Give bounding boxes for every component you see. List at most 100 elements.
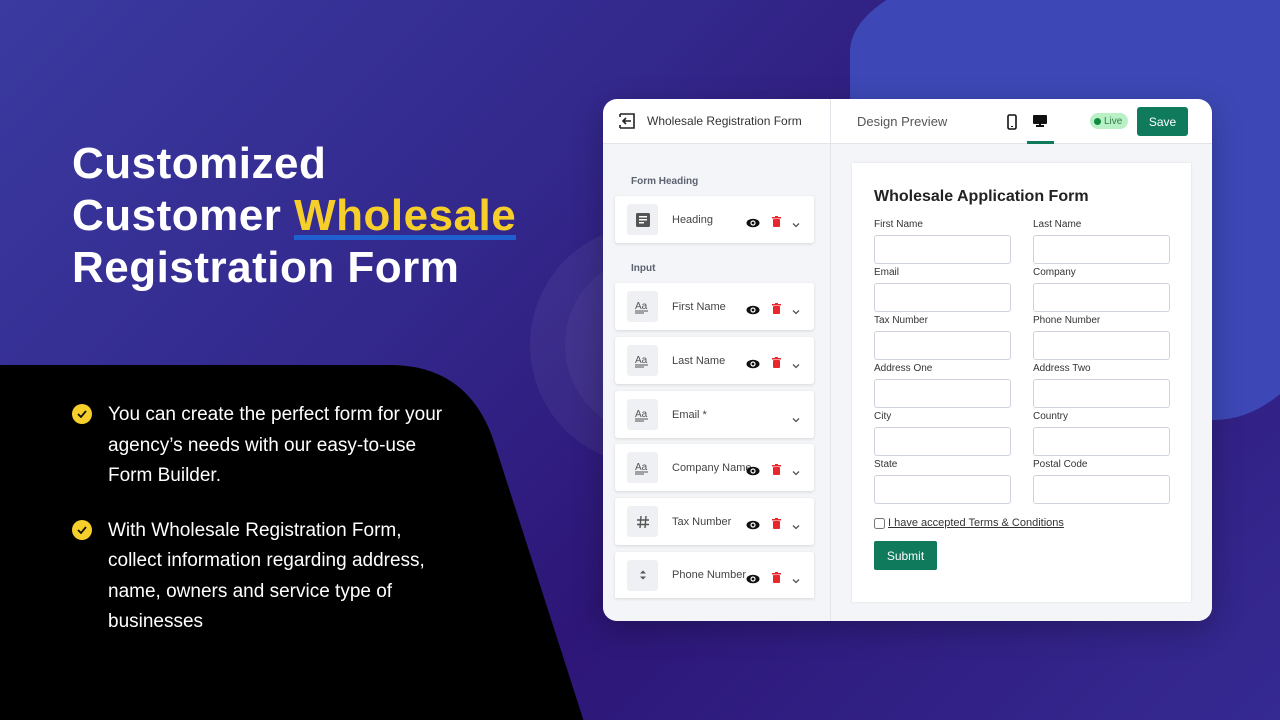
feature-text: You can create the perfect form for your… <box>108 404 443 486</box>
address-two-input[interactable] <box>1033 379 1170 408</box>
form-field: Last Name <box>1033 219 1170 267</box>
form-row: City Country <box>874 411 1170 459</box>
trash-icon[interactable] <box>772 462 781 480</box>
state-input[interactable] <box>874 475 1011 504</box>
check-circle-icon <box>72 404 92 424</box>
tab-design-preview[interactable]: Design Preview <box>857 114 947 129</box>
field-label: City <box>874 411 892 422</box>
form-row: First Name Last Name <box>874 219 1170 267</box>
field-card-heading[interactable]: Heading <box>615 196 814 243</box>
field-label: Last Name <box>1033 219 1082 230</box>
topbar-left: Wholesale Registration Form <box>603 99 831 143</box>
form-row: Tax Number Phone Number <box>874 315 1170 363</box>
field-label: Postal Code <box>1033 459 1088 470</box>
first-name-input[interactable] <box>874 235 1011 264</box>
tax-number-input[interactable] <box>874 331 1011 360</box>
chevron-down-icon[interactable] <box>792 356 800 374</box>
submit-button[interactable]: Submit <box>874 541 937 570</box>
trash-icon[interactable] <box>772 570 781 588</box>
status-dot <box>1094 117 1101 125</box>
last-name-input[interactable] <box>1033 235 1170 264</box>
form-fields: First Name Last Name Email Company Tax N… <box>874 219 1170 507</box>
app-body: Form Heading Heading Input Aa First Name <box>603 144 1212 621</box>
field-label: Email <box>874 267 900 278</box>
check-circle-icon <box>72 519 92 540</box>
form-field: Phone Number <box>1033 315 1170 363</box>
save-button[interactable]: Save <box>1137 107 1188 136</box>
field-label: Phone Number <box>672 569 746 581</box>
form-field: Address One <box>874 363 1011 411</box>
chevron-down-icon[interactable] <box>792 410 800 428</box>
eye-icon[interactable] <box>746 215 760 233</box>
field-card-email[interactable]: Aa Email * <box>615 391 814 438</box>
field-card-phone-number[interactable]: Phone Number <box>615 552 814 598</box>
text-field-icon: Aa <box>627 345 658 376</box>
form-row: State Postal Code <box>874 459 1170 507</box>
device-desktop-button[interactable] <box>1026 99 1054 144</box>
text-field-icon: Aa <box>627 452 658 483</box>
app-topbar: Wholesale Registration Form Design Previ… <box>603 99 1212 144</box>
trash-icon[interactable] <box>772 214 781 232</box>
postal-code-input[interactable] <box>1033 475 1170 504</box>
svg-text:Aa: Aa <box>635 355 648 366</box>
sort-icon <box>627 559 658 591</box>
text-field-icon: Aa <box>627 399 658 430</box>
hero-line-1: Customized <box>72 139 327 188</box>
field-label: Heading <box>672 213 713 226</box>
form-title: Wholesale Application Form <box>874 188 1089 205</box>
trash-icon[interactable] <box>772 516 781 534</box>
feature-item: With Wholesale Registration Form, collec… <box>72 516 452 638</box>
section-label-input: Input <box>631 263 656 274</box>
terms-link[interactable]: I have accepted Terms & Conditions <box>888 517 1064 529</box>
field-label: Country <box>1033 411 1069 422</box>
device-mobile-button[interactable] <box>998 99 1026 144</box>
field-card-first-name[interactable]: Aa First Name <box>615 283 814 330</box>
chevron-down-icon[interactable] <box>792 463 800 481</box>
field-label: First Name <box>672 300 726 313</box>
field-label: State <box>874 459 898 470</box>
feature-item: You can create the perfect form for your… <box>72 400 452 492</box>
chevron-down-icon[interactable] <box>792 517 800 535</box>
city-input[interactable] <box>874 427 1011 456</box>
form-field: Company <box>1033 267 1170 315</box>
chevron-down-icon[interactable] <box>792 302 800 320</box>
chevron-down-icon[interactable] <box>792 571 800 589</box>
hero-line-3: Registration Form <box>72 243 460 292</box>
back-icon[interactable] <box>618 112 636 130</box>
chevron-down-icon[interactable] <box>792 215 800 233</box>
trash-icon[interactable] <box>772 355 781 373</box>
form-row: Email Company <box>874 267 1170 315</box>
field-label: Email * <box>672 408 707 421</box>
eye-icon[interactable] <box>746 571 760 589</box>
eye-icon[interactable] <box>746 302 760 320</box>
desktop-icon <box>1033 115 1047 127</box>
email-input[interactable] <box>874 283 1011 312</box>
trash-icon[interactable] <box>772 301 781 319</box>
svg-text:Aa: Aa <box>635 409 648 420</box>
hero-highlight: Wholesale <box>294 191 517 240</box>
svg-text:Aa: Aa <box>635 462 648 473</box>
field-card-company-name[interactable]: Aa Company Name <box>615 444 814 491</box>
form-field: Email <box>874 267 1011 315</box>
eye-icon[interactable] <box>746 463 760 481</box>
form-row: Address One Address Two <box>874 363 1170 411</box>
terms-checkbox[interactable] <box>874 517 885 529</box>
eye-icon[interactable] <box>746 356 760 374</box>
field-label: Address One <box>874 363 933 374</box>
address-one-input[interactable] <box>874 379 1011 408</box>
design-preview: Wholesale Application Form First Name La… <box>831 144 1212 621</box>
country-input[interactable] <box>1033 427 1170 456</box>
form-field: First Name <box>874 219 1011 267</box>
mobile-icon <box>1007 113 1017 130</box>
text-field-icon: Aa <box>627 291 658 322</box>
company-input[interactable] <box>1033 283 1170 312</box>
status-text: Live <box>1104 115 1123 127</box>
field-label: Company <box>1033 267 1076 278</box>
phone-number-input[interactable] <box>1033 331 1170 360</box>
field-card-tax-number[interactable]: Tax Number <box>615 498 814 545</box>
section-label-form-heading: Form Heading <box>631 176 699 187</box>
eye-icon[interactable] <box>746 517 760 535</box>
field-card-last-name[interactable]: Aa Last Name <box>615 337 814 384</box>
terms-row: I have accepted Terms & Conditions <box>874 517 1064 529</box>
field-label: Tax Number <box>672 515 732 528</box>
